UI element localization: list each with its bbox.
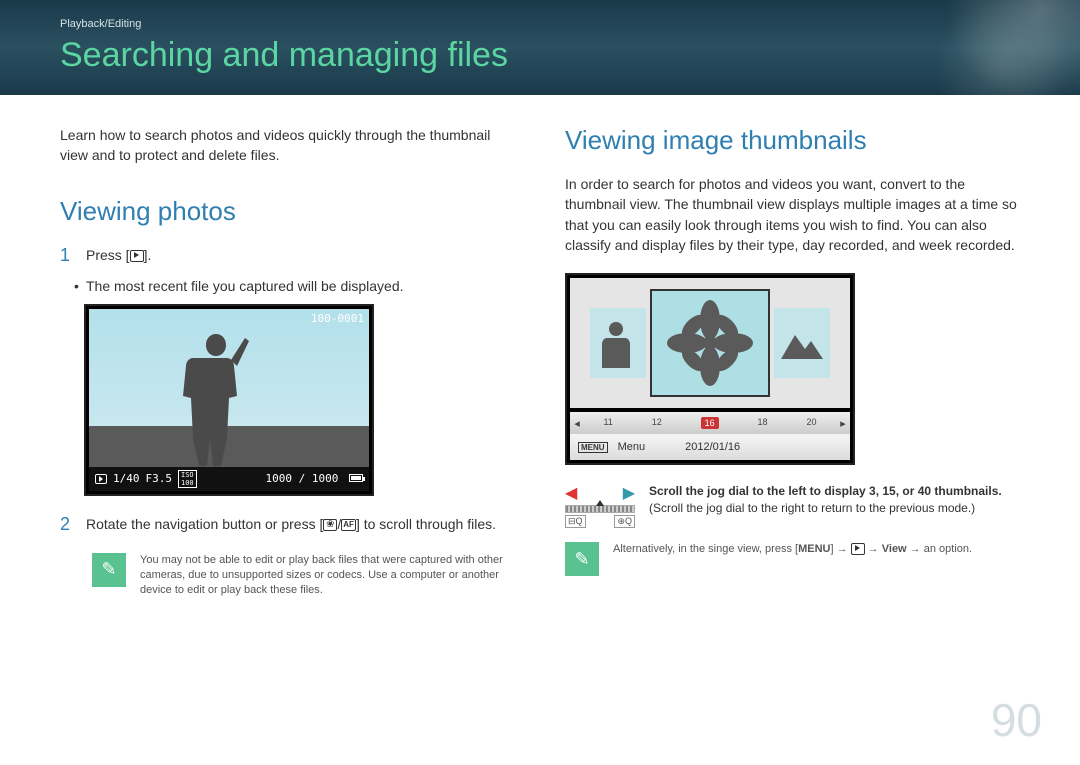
thumbnail-prev: [590, 308, 646, 378]
left-column: Learn how to search photos and videos qu…: [60, 125, 525, 605]
page-header: Playback/Editing Searching and managing …: [0, 0, 1080, 95]
lcd-menu-bar: MENU Menu 2012/01/16: [570, 434, 850, 460]
battery-icon: [349, 474, 363, 482]
zoom-out-icon: ⊟Q: [565, 515, 586, 528]
playback-settings-icon: [851, 543, 865, 555]
zoom-in-icon: ⊕Q: [614, 515, 635, 528]
alt-note-text: Alternatively, in the singe view, press …: [613, 542, 972, 557]
play-icon: [95, 474, 107, 484]
jog-dial-tip: ◀ ▶ ⊟Q ⊕Q Scroll the jog dial to the left …: [565, 483, 1030, 528]
chevron-right-icon[interactable]: ▸: [836, 417, 850, 430]
note-box: ✎ You may not be able to edit or play ba…: [84, 547, 514, 605]
note-text: You may not be able to edit or play back…: [140, 553, 506, 599]
jog-dial-text: Scroll the jog dial to the left to displ…: [649, 483, 1002, 517]
lcd-preview-thumbnails: ◂ 11 12 16 18 20 ▸ MENU Menu 2012/01/16: [565, 273, 855, 465]
right-column: Viewing image thumbnails In order to sea…: [565, 125, 1030, 605]
timeline-dates: 11 12 16 18 20: [584, 417, 836, 429]
step-text: Press [].: [86, 245, 151, 265]
step-text: Rotate the navigation button or press [❀…: [86, 514, 496, 534]
page-title: Searching and managing files: [60, 36, 1080, 75]
step-number: 1: [60, 245, 74, 266]
timeline-bar: ◂ 11 12 16 18 20 ▸: [570, 412, 850, 434]
playback-icon: [130, 250, 144, 262]
macro-icon: ❀: [323, 519, 337, 531]
jog-dial-icon: ◀ ▶ ⊟Q ⊕Q: [565, 483, 635, 528]
lcd-info-bar: 1/40 F3.5 ISO100 1000 / 1000: [89, 467, 369, 491]
file-number: 100-0001: [311, 312, 364, 325]
af-icon: AF: [341, 519, 356, 531]
chevron-left-icon[interactable]: ◂: [570, 417, 584, 430]
breadcrumb: Playback/Editing: [60, 18, 1080, 30]
right-intro: In order to search for photos and videos…: [565, 174, 1025, 255]
lcd-preview-single: 100-0001 1/40 F3.5 ISO100 1000 / 1000: [84, 304, 374, 496]
arrow-right-icon: ▶: [623, 483, 635, 503]
thumbnail-next: [774, 308, 830, 378]
frame-counter: 1000 / 1000: [266, 472, 339, 485]
step-2: 2 Rotate the navigation button or press …: [60, 514, 525, 535]
iso-label: ISO100: [178, 470, 197, 488]
menu-label: Menu: [618, 441, 646, 453]
section-viewing-photos: Viewing photos: [60, 196, 525, 227]
person-silhouette-icon: [181, 328, 251, 468]
intro-text: Learn how to search photos and videos qu…: [60, 125, 500, 166]
pen-icon: ✎: [92, 553, 126, 587]
section-viewing-thumbnails: Viewing image thumbnails: [565, 125, 1030, 156]
alternative-note: ✎ Alternatively, in the singe view, pres…: [565, 542, 1030, 576]
arrow-left-icon: ◀: [565, 483, 577, 503]
step-1: 1 Press [].: [60, 245, 525, 266]
menu-button-icon: MENU: [578, 442, 608, 453]
shutter-speed: 1/40: [113, 472, 140, 485]
pen-icon: ✎: [565, 542, 599, 576]
thumbnail-current: [650, 289, 770, 397]
aperture: F3.5: [146, 472, 173, 485]
step-number: 2: [60, 514, 74, 535]
page-number: 90: [991, 693, 1042, 747]
step-1-bullet: The most recent file you captured will b…: [60, 278, 525, 294]
menu-date: 2012/01/16: [685, 441, 740, 453]
